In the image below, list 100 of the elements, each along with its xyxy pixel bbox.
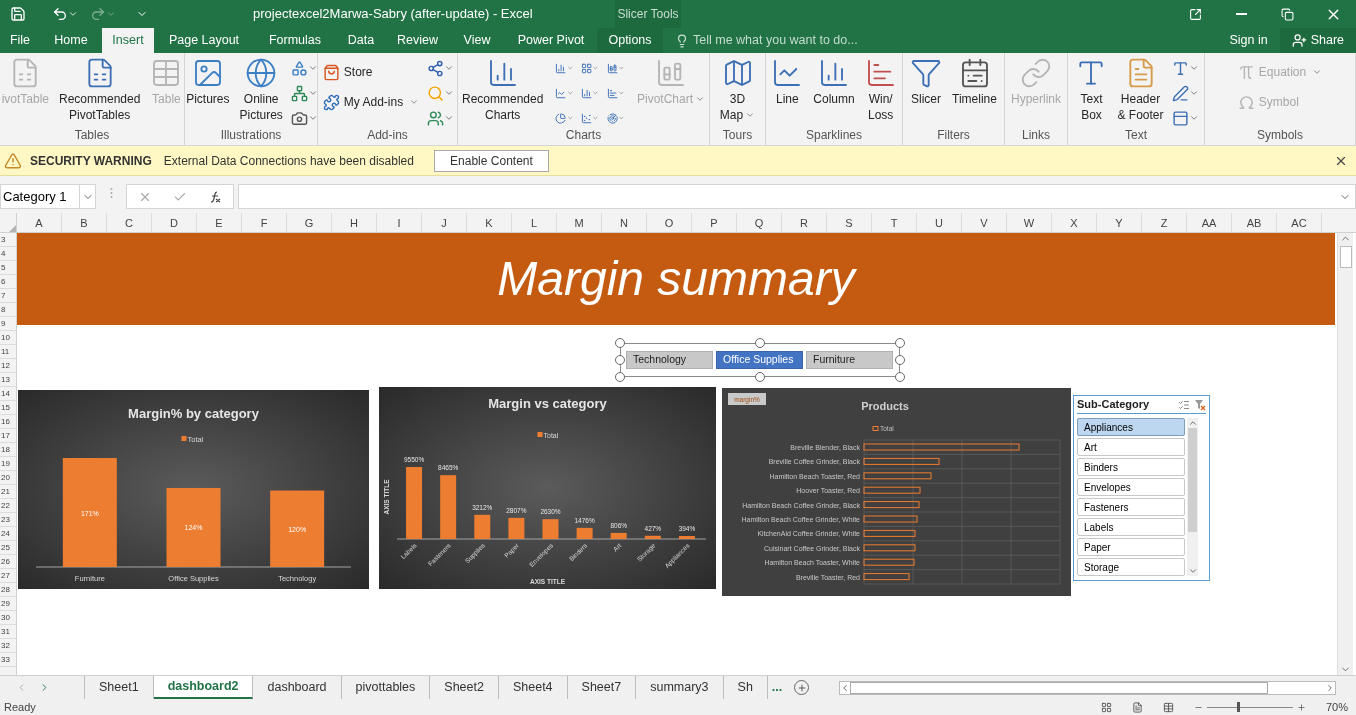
- ribbon-button[interactable]: Line: [767, 53, 808, 107]
- letter-heading[interactable]: M: [557, 213, 602, 232]
- row-header[interactable]: 11: [0, 345, 16, 359]
- scrollbar-thumb[interactable]: [1188, 428, 1197, 532]
- row-header[interactable]: 32: [0, 639, 16, 653]
- zoom-slider-thumb[interactable]: [1237, 702, 1241, 712]
- letter-heading[interactable]: O: [647, 213, 692, 232]
- row-header[interactable]: 25: [0, 541, 16, 555]
- letter-heading[interactable]: H: [332, 213, 377, 232]
- enable-content-button[interactable]: Enable Content: [433, 149, 549, 172]
- ribbon-tab[interactable]: Review: [386, 28, 449, 53]
- row-header[interactable]: 3: [0, 233, 16, 247]
- letter-heading[interactable]: L: [512, 213, 557, 232]
- scrollbar[interactable]: [1187, 418, 1198, 576]
- sheet-tab[interactable]: pivottables: [341, 676, 431, 699]
- insert-function-button[interactable]: [208, 189, 223, 204]
- row-header[interactable]: 17: [0, 429, 16, 443]
- ribbon-button[interactable]: My Add-ins: [318, 91, 424, 113]
- name-box[interactable]: Category 1: [0, 184, 80, 209]
- share-button[interactable]: Share: [1279, 28, 1356, 53]
- slicer-item[interactable]: Art: [1077, 438, 1185, 456]
- sheet-tab[interactable]: dashboard: [253, 676, 342, 699]
- letter-heading[interactable]: AC: [1277, 213, 1322, 232]
- letter-heading[interactable]: I: [377, 213, 422, 232]
- sheet-tab[interactable]: Sh: [723, 676, 768, 699]
- letter-heading[interactable]: A: [17, 213, 62, 232]
- row-header[interactable]: 33: [0, 653, 16, 667]
- ribbon-button[interactable]: Store: [318, 61, 424, 83]
- ribbon-tab[interactable]: Home: [40, 28, 102, 53]
- row-header[interactable]: 14: [0, 387, 16, 401]
- slicer-item[interactable]: Furniture: [806, 351, 893, 369]
- letter-heading[interactable]: W: [1007, 213, 1052, 232]
- row-header[interactable]: 22: [0, 499, 16, 513]
- row-header[interactable]: 13: [0, 373, 16, 387]
- row-header[interactable]: 23: [0, 513, 16, 527]
- save-button[interactable]: [8, 4, 28, 24]
- slicer-item[interactable]: Fasteners: [1077, 498, 1185, 516]
- row-header[interactable]: 10: [0, 331, 16, 345]
- letter-heading[interactable]: V: [962, 213, 1007, 232]
- ribbon-button[interactable]: Recommended Charts: [458, 53, 548, 123]
- row-header[interactable]: 20: [0, 471, 16, 485]
- sheet-tab[interactable]: Sheet1: [85, 676, 154, 699]
- slicer-item[interactable]: Storage: [1077, 558, 1185, 576]
- row-header[interactable]: 26: [0, 555, 16, 569]
- slicer-item[interactable]: Office Supplies: [716, 351, 803, 369]
- ribbon-button[interactable]: Text Box: [1071, 53, 1112, 123]
- row-header[interactable]: 21: [0, 485, 16, 499]
- sheet-tab[interactable]: summary3: [636, 676, 724, 699]
- letter-heading[interactable]: C: [107, 213, 152, 232]
- more-sheets-button[interactable]: ...: [767, 676, 787, 699]
- slicer-item[interactable]: Labels: [1077, 518, 1185, 536]
- letter-heading[interactable]: X: [1052, 213, 1097, 232]
- undo-button[interactable]: [52, 6, 78, 22]
- letter-heading[interactable]: U: [917, 213, 962, 232]
- redo-button[interactable]: [90, 6, 116, 22]
- ribbon-tab[interactable]: Page Layout: [154, 28, 254, 53]
- row-header[interactable]: 29: [0, 597, 16, 611]
- letter-heading[interactable]: D: [152, 213, 197, 232]
- sheet-tab[interactable]: Sheet2: [430, 676, 499, 699]
- row-header[interactable]: 31: [0, 625, 16, 639]
- letter-heading[interactable]: Q: [737, 213, 782, 232]
- ribbon-button[interactable]: Win/ Loss: [860, 53, 901, 123]
- slicer-item[interactable]: Technology: [626, 351, 713, 369]
- slicer-item[interactable]: Appliances: [1077, 418, 1185, 436]
- ribbon-button[interactable]: Column: [809, 53, 859, 107]
- letter-heading[interactable]: AA: [1187, 213, 1232, 232]
- ribbon-button[interactable]: Slicer: [906, 53, 947, 107]
- ribbon-button[interactable]: 3D Map: [715, 53, 760, 123]
- slicer-item[interactable]: Binders: [1077, 458, 1185, 476]
- sheet-tab[interactable]: dashboard2: [153, 676, 254, 699]
- letter-heading[interactable]: K: [467, 213, 512, 232]
- letter-heading[interactable]: J: [422, 213, 467, 232]
- letter-heading[interactable]: F: [242, 213, 287, 232]
- resize-handle[interactable]: [755, 338, 765, 348]
- zoom-level[interactable]: 70%: [1325, 700, 1348, 715]
- formula-field[interactable]: [238, 184, 1356, 209]
- sheet-tab[interactable]: Sheet7: [567, 676, 637, 699]
- ribbon-tab[interactable]: File: [0, 28, 40, 53]
- resize-handle[interactable]: [755, 372, 765, 382]
- row-header[interactable]: 16: [0, 415, 16, 429]
- ribbon-button[interactable]: Header & Footer: [1113, 53, 1168, 123]
- row-header[interactable]: 8: [0, 303, 16, 317]
- sheet-tab[interactable]: Sheet4: [498, 676, 568, 699]
- ribbon-tab[interactable]: Power Pivot: [505, 28, 597, 53]
- row-header[interactable]: 9: [0, 317, 16, 331]
- scrollbar-thumb[interactable]: [850, 682, 1269, 694]
- row-header[interactable]: 15: [0, 401, 16, 415]
- letter-heading[interactable]: AB: [1232, 213, 1277, 232]
- ribbon-tab[interactable]: Options: [597, 28, 663, 53]
- vertical-scrollbar[interactable]: [1337, 233, 1353, 675]
- ribbon-button[interactable]: Pictures: [185, 53, 234, 107]
- row-header[interactable]: 6: [0, 275, 16, 289]
- letter-heading[interactable]: E: [197, 213, 242, 232]
- row-header[interactable]: 7: [0, 289, 16, 303]
- letter-heading[interactable]: R: [782, 213, 827, 232]
- ribbon-button[interactable]: Recommended PivotTables: [55, 53, 145, 123]
- row-header[interactable]: 19: [0, 457, 16, 471]
- row-header[interactable]: 28: [0, 583, 16, 597]
- letter-heading[interactable]: T: [872, 213, 917, 232]
- tell-me-field[interactable]: Tell me what you want to do...: [693, 31, 913, 50]
